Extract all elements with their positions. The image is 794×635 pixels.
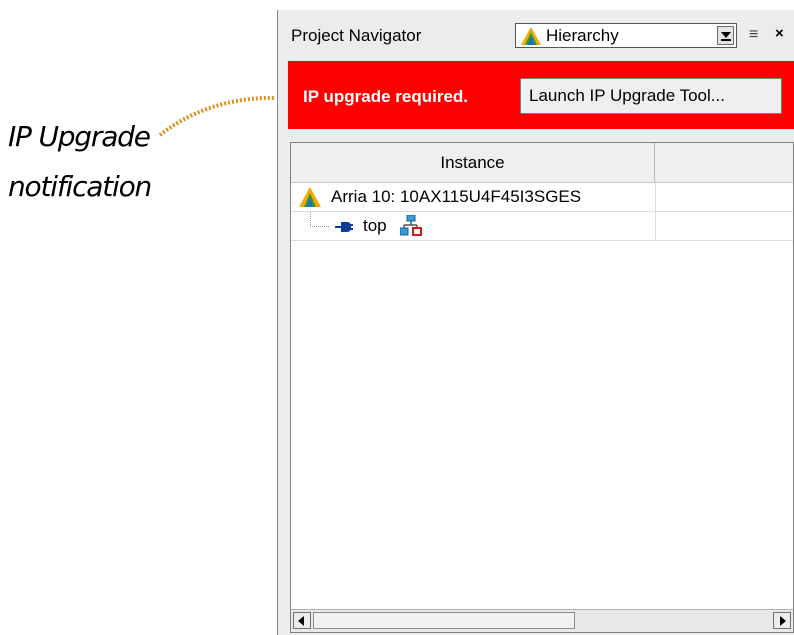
scroll-right-arrow-icon[interactable] bbox=[773, 612, 791, 629]
device-label: Arria 10: 10AX115U4F45I3SGES bbox=[331, 187, 582, 206]
callout-line-2: notification bbox=[8, 170, 152, 203]
entity-plug-icon bbox=[335, 220, 353, 238]
table-header: Instance bbox=[291, 143, 793, 183]
view-select-value: Hierarchy bbox=[546, 26, 619, 45]
menu-icon[interactable]: ≡ bbox=[749, 26, 758, 44]
callout-line-1: IP Upgrade bbox=[8, 120, 151, 153]
hierarchy-table: Instance Arria 10: 10AX115U4F45I3SGES to… bbox=[290, 142, 794, 633]
scrollbar-thumb[interactable] bbox=[313, 612, 575, 629]
close-icon[interactable]: × bbox=[775, 25, 784, 42]
view-select[interactable]: Hierarchy bbox=[515, 23, 737, 48]
column-header-instance[interactable]: Instance bbox=[291, 143, 655, 182]
launch-ip-upgrade-button[interactable]: Launch IP Upgrade Tool... bbox=[520, 78, 782, 114]
quartus-logo-icon bbox=[521, 27, 541, 50]
horizontal-scrollbar[interactable] bbox=[291, 609, 793, 632]
table-row-top[interactable]: top bbox=[291, 212, 793, 241]
arria-device-icon bbox=[299, 187, 321, 212]
column-divider bbox=[655, 183, 656, 211]
ip-upgrade-banner: IP upgrade required. Launch IP Upgrade T… bbox=[288, 61, 794, 129]
table-row-device[interactable]: Arria 10: 10AX115U4F45I3SGES bbox=[291, 183, 793, 212]
column-header-blank[interactable] bbox=[655, 143, 793, 182]
panel-title: Project Navigator bbox=[291, 26, 422, 45]
panel-titlebar: Project Navigator Hierarchy ≡ × bbox=[278, 22, 794, 52]
column-divider bbox=[655, 212, 656, 240]
top-entity-label: top bbox=[363, 216, 387, 235]
project-navigator-panel: Project Navigator Hierarchy ≡ × IP upgra… bbox=[277, 10, 794, 635]
hierarchy-icon bbox=[399, 214, 422, 242]
tree-connector bbox=[310, 212, 329, 227]
column-header-label: Instance bbox=[440, 153, 505, 172]
dropdown-arrow-icon[interactable] bbox=[717, 26, 734, 45]
scroll-left-arrow-icon[interactable] bbox=[293, 612, 311, 629]
ip-upgrade-message: IP upgrade required. bbox=[303, 87, 469, 106]
callout-annotation: IP Upgrade notification bbox=[8, 112, 178, 212]
